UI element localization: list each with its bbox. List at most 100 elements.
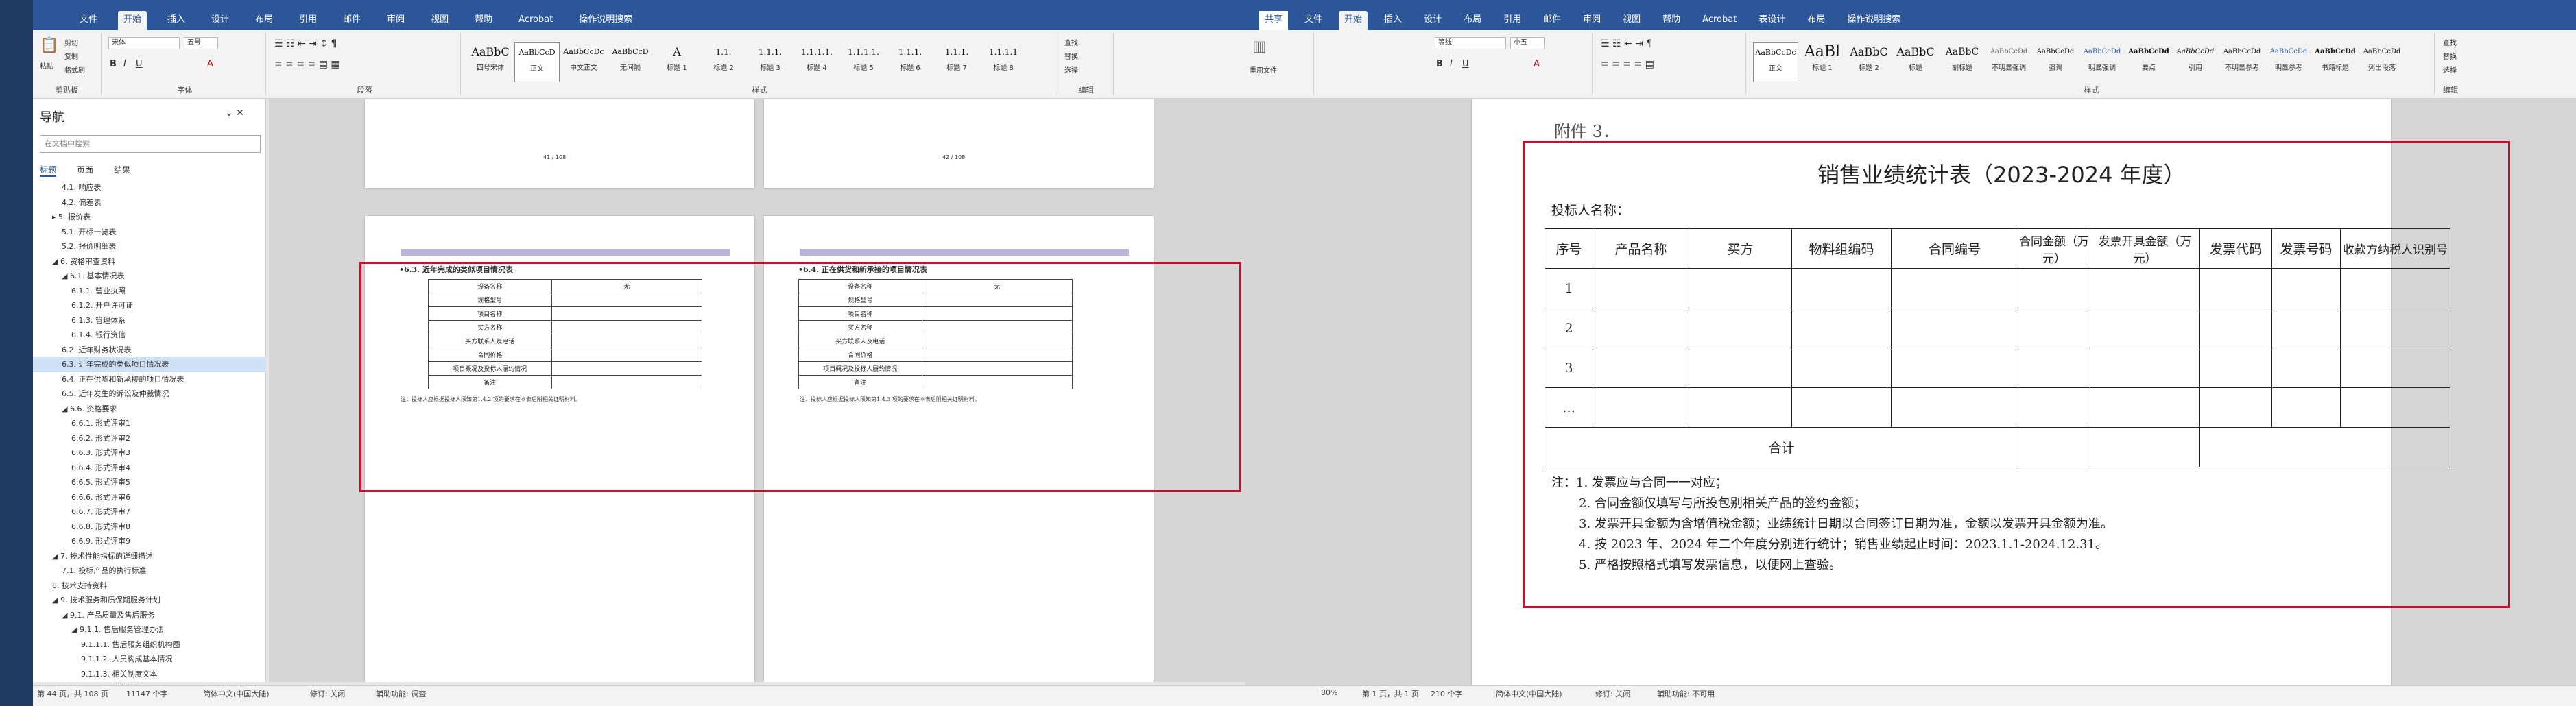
- status-words[interactable]: 210 个字: [1431, 688, 1463, 699]
- tell-me-search[interactable]: 操作说明搜索: [1841, 11, 1906, 30]
- nav-heading-item[interactable]: 6.6.9. 形式评审9: [33, 534, 266, 549]
- nav-heading-item[interactable]: ◢ 9.1. 产品质量及售后服务: [33, 608, 266, 623]
- status-accessibility[interactable]: 辅助功能: 调查: [376, 688, 426, 699]
- status-page[interactable]: 第 1 页，共 1 页: [1362, 688, 1419, 699]
- align-icons[interactable]: ≡ ≡ ≡ ≡ ▤ ▦: [274, 59, 340, 70]
- nav-heading-item[interactable]: 7.1. 投标产品的执行标准: [33, 563, 266, 579]
- style-10[interactable]: 1.1.1. 标题 7: [934, 42, 979, 82]
- table-cell[interactable]: [2199, 387, 2272, 428]
- table-cell[interactable]: [1891, 387, 2018, 428]
- tab-references[interactable]: 引用: [1498, 11, 1527, 30]
- status-page[interactable]: 第 44 页，共 108 页: [37, 688, 108, 699]
- reuse-icon[interactable]: ▥: [1252, 38, 1267, 56]
- reuse-button[interactable]: 重用文件: [1250, 64, 1277, 75]
- format-painter-button[interactable]: 格式刷: [64, 64, 85, 75]
- tab-file[interactable]: 文件: [74, 11, 103, 30]
- table-cell[interactable]: [2271, 348, 2341, 388]
- tab-insert[interactable]: 插入: [162, 11, 191, 30]
- table-cell[interactable]: [2018, 308, 2090, 348]
- style-7[interactable]: AaBbCcDd 明显强调: [2079, 42, 2125, 82]
- table-cell[interactable]: [2199, 348, 2272, 388]
- nav-heading-item[interactable]: 6.1.1. 营业执照: [33, 284, 266, 299]
- style-7[interactable]: 1.1.1.1. 标题 4: [794, 42, 839, 82]
- italic-icon[interactable]: I: [1450, 59, 1453, 69]
- style-9[interactable]: AaBbCcDd 引用: [2173, 42, 2218, 82]
- tab-insert[interactable]: 插入: [1379, 11, 1407, 30]
- nav-heading-item[interactable]: 5.2. 报价明细表: [33, 239, 266, 254]
- tab-help[interactable]: 帮助: [469, 11, 498, 30]
- tab-acrobat[interactable]: Acrobat: [513, 11, 558, 30]
- nav-heading-item[interactable]: ▸ 5. 报价表: [33, 210, 266, 225]
- paste-button[interactable]: 粘贴: [40, 60, 53, 71]
- tab-mailings[interactable]: 邮件: [1538, 11, 1566, 30]
- font-size-box[interactable]: 小五: [1510, 37, 1545, 49]
- nav-heading-item[interactable]: 4.2. 偏差表: [33, 195, 266, 210]
- table-cell[interactable]: [2340, 308, 2450, 348]
- nav-search-input[interactable]: 在文档中搜索: [40, 135, 261, 153]
- status-track[interactable]: 修订: 关闭: [310, 688, 345, 699]
- table-cell[interactable]: [1593, 308, 1689, 348]
- table-cell[interactable]: [2018, 387, 2090, 428]
- total-cell[interactable]: [2018, 427, 2090, 467]
- nav-heading-item[interactable]: ◢ 6.1. 基本情况表: [33, 269, 266, 284]
- table-cell[interactable]: [2271, 268, 2341, 308]
- nav-heading-item[interactable]: 6.6.6. 形式评审6: [33, 490, 266, 505]
- table-cell[interactable]: [2018, 268, 2090, 308]
- tab-design[interactable]: 设计: [1418, 11, 1447, 30]
- nav-tab-results[interactable]: 结果: [114, 164, 130, 177]
- total-cell[interactable]: [2090, 427, 2200, 467]
- bullets-icon[interactable]: ☰ ☷ ⇤ ⇥ ¶: [1601, 38, 1652, 49]
- table-cell[interactable]: [1791, 348, 1892, 388]
- tell-me-search[interactable]: 操作说明搜索: [573, 11, 638, 30]
- table-cell[interactable]: [2271, 387, 2341, 428]
- tab-layout[interactable]: 布局: [250, 11, 278, 30]
- underline-icon[interactable]: U: [1462, 59, 1469, 69]
- nav-heading-item[interactable]: ◢ 7. 技术性能指标的详细描述: [33, 549, 266, 564]
- nav-heading-item[interactable]: 6.1.3. 管理体系: [33, 313, 266, 328]
- table-cell[interactable]: [1593, 268, 1689, 308]
- cut-button[interactable]: 剪切: [64, 37, 78, 47]
- status-lang[interactable]: 简体中文(中国大陆): [1496, 688, 1562, 699]
- replace-button[interactable]: 替换: [2443, 51, 2457, 61]
- nav-heading-item[interactable]: 6.6.2. 形式评审2: [33, 431, 266, 446]
- table-cell[interactable]: [2199, 268, 2272, 308]
- nav-heading-item[interactable]: 9.1.1.1. 售后服务组织机构图: [33, 637, 266, 653]
- nav-heading-item[interactable]: 6.3. 近年完成的类似项目情况表: [33, 357, 266, 372]
- nav-heading-item[interactable]: 6.5. 近年发生的诉讼及仲裁情况: [33, 387, 266, 402]
- nav-heading-item[interactable]: 6.4. 正在供货和新承接的项目情况表: [33, 372, 266, 387]
- tab-view[interactable]: 视图: [1617, 11, 1646, 30]
- total-cell[interactable]: [2199, 427, 2450, 467]
- style-5[interactable]: 1.1. 标题 2: [701, 42, 746, 82]
- status-zoom[interactable]: 80%: [1321, 688, 1337, 697]
- nav-heading-item[interactable]: ◢ 6.6. 资格要求: [33, 402, 266, 417]
- style-11[interactable]: AaBbCcDd 明显参考: [2266, 42, 2311, 82]
- style-1[interactable]: AaBl 标题 1: [1800, 42, 1845, 82]
- table-cell[interactable]: [1891, 268, 2018, 308]
- style-3[interactable]: AaBbCcD 无间隔: [608, 42, 653, 82]
- tab-view[interactable]: 视图: [425, 11, 454, 30]
- status-accessibility[interactable]: 辅助功能: 不可用: [1657, 688, 1715, 699]
- style-8[interactable]: AaBbCcDd 要点: [2126, 42, 2171, 82]
- table-cell[interactable]: [2090, 308, 2200, 348]
- tab-layout[interactable]: 布局: [1458, 11, 1487, 30]
- select-button[interactable]: 选择: [1064, 64, 1078, 75]
- font-color-icon[interactable]: A: [1534, 59, 1540, 69]
- table-cell[interactable]: [1689, 308, 1792, 348]
- style-8[interactable]: 1.1.1.1. 标题 5: [841, 42, 886, 82]
- paste-icon[interactable]: 📋: [40, 37, 58, 54]
- bullets-icon[interactable]: ☰ ☷ ⇤ ⇥ ↕ ¶: [274, 38, 337, 49]
- font-size-box[interactable]: 五号: [184, 37, 218, 49]
- underline-icon[interactable]: U: [136, 59, 143, 69]
- nav-heading-item[interactable]: 6.6.4. 形式评审4: [33, 461, 266, 476]
- tab-references[interactable]: 引用: [294, 11, 322, 30]
- nav-close-icon[interactable]: ⌄ ✕: [225, 108, 244, 119]
- find-button[interactable]: 查找: [2443, 37, 2457, 47]
- bold-icon[interactable]: B: [110, 59, 117, 69]
- table-cell[interactable]: [2090, 348, 2200, 388]
- tab-review[interactable]: 审阅: [1577, 11, 1606, 30]
- table-cell[interactable]: [2340, 387, 2450, 428]
- tab-table-layout[interactable]: 布局: [1802, 11, 1830, 30]
- style-4[interactable]: A 标题 1: [654, 42, 700, 82]
- nav-heading-item[interactable]: 6.2. 近年财务状况表: [33, 343, 266, 358]
- table-cell[interactable]: [1891, 308, 2018, 348]
